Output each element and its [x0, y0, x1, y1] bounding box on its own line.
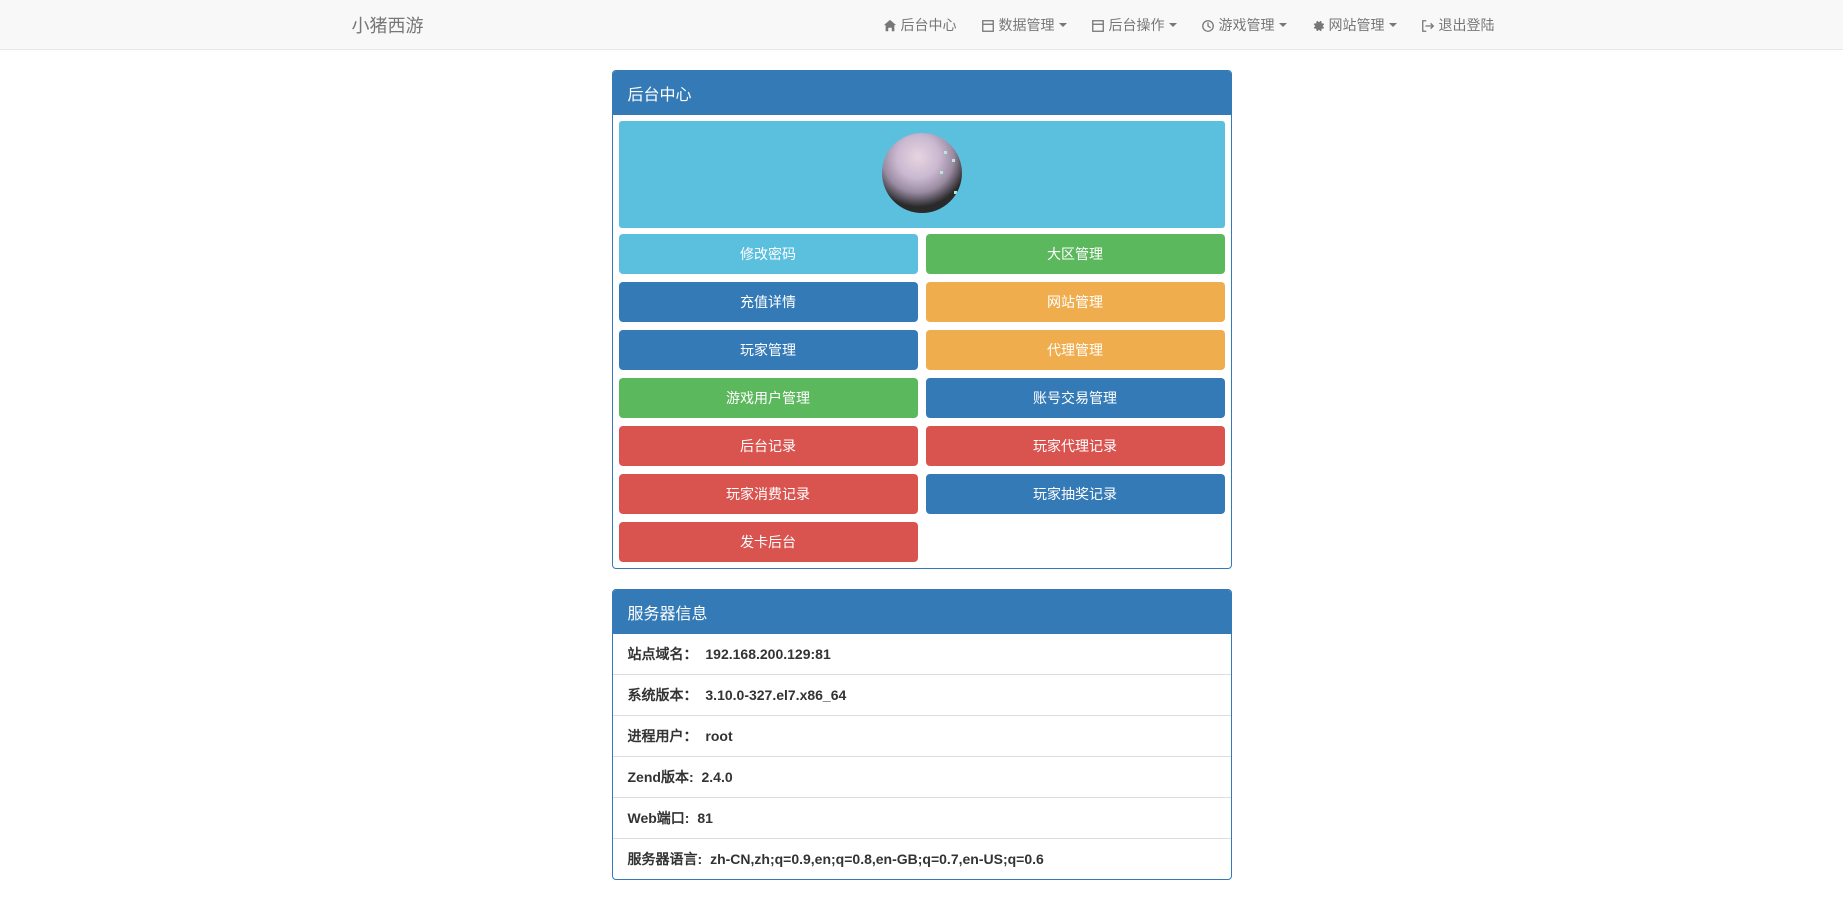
- server-icon: [981, 16, 995, 32]
- nav-ops-label: 后台操作: [1109, 15, 1165, 35]
- avatar-row: [619, 121, 1225, 228]
- caret-icon: [1169, 23, 1177, 27]
- server-domain-value: 192.168.200.129:81: [705, 646, 830, 662]
- site-manage-button[interactable]: 网站管理: [926, 282, 1225, 322]
- button-grid: 修改密码 大区管理 充值详情 网站管理 玩家管理 代理管理 游戏用户管理 账号交…: [619, 234, 1225, 562]
- nav-logout-label: 退出登陆: [1439, 15, 1495, 35]
- server-sys-row: 系统版本： 3.10.0-327.el7.x86_64: [613, 675, 1231, 716]
- player-lottery-log-button[interactable]: 玩家抽奖记录: [926, 474, 1225, 514]
- caret-icon: [1059, 23, 1067, 27]
- main-container: 后台中心 修改密码 大区管理 充值详情 网站管理 玩家管理 代理管理 游戏用户管…: [612, 70, 1232, 880]
- home-icon: [883, 16, 897, 32]
- brand[interactable]: 小猪西游: [337, 12, 439, 38]
- server-domain-label: 站点域名：: [628, 646, 698, 662]
- nav-ops[interactable]: 后台操作: [1079, 0, 1189, 50]
- zone-manage-button[interactable]: 大区管理: [926, 234, 1225, 274]
- clock-icon: [1201, 16, 1215, 32]
- card-backend-button[interactable]: 发卡后台: [619, 522, 918, 562]
- caret-icon: [1279, 23, 1287, 27]
- server-user-value: root: [705, 728, 732, 744]
- avatar: [882, 133, 962, 213]
- server-sys-label: 系统版本：: [628, 687, 698, 703]
- server-lang-label: 服务器语言:: [628, 851, 703, 867]
- nav-game-label: 游戏管理: [1219, 15, 1275, 35]
- server-zend-value: 2.4.0: [702, 769, 733, 785]
- server-lang-value: zh-CN,zh;q=0.9,en;q=0.8,en-GB;q=0.7,en-U…: [710, 851, 1044, 867]
- game-user-manage-button[interactable]: 游戏用户管理: [619, 378, 918, 418]
- nav-data[interactable]: 数据管理: [969, 0, 1079, 50]
- nav-home[interactable]: 后台中心: [871, 0, 969, 50]
- panel-server-info: 服务器信息 站点域名： 192.168.200.129:81 系统版本： 3.1…: [612, 589, 1232, 880]
- server-port-row: Web端口: 81: [613, 798, 1231, 839]
- logout-icon: [1421, 16, 1435, 32]
- player-agent-log-button[interactable]: 玩家代理记录: [926, 426, 1225, 466]
- nav-logout[interactable]: 退出登陆: [1409, 0, 1507, 50]
- panel-dashboard-title: 后台中心: [613, 71, 1231, 115]
- player-spend-log-button[interactable]: 玩家消费记录: [619, 474, 918, 514]
- navbar: 小猪西游 后台中心 数据管理 后台操作: [0, 0, 1843, 50]
- nav-data-label: 数据管理: [999, 15, 1055, 35]
- account-trade-manage-button[interactable]: 账号交易管理: [926, 378, 1225, 418]
- server-info-list: 站点域名： 192.168.200.129:81 系统版本： 3.10.0-32…: [613, 634, 1231, 879]
- agent-manage-button[interactable]: 代理管理: [926, 330, 1225, 370]
- nav-site[interactable]: 网站管理: [1299, 0, 1409, 50]
- window-icon: [1091, 16, 1105, 32]
- nav-home-label: 后台中心: [901, 15, 957, 35]
- recharge-detail-button[interactable]: 充值详情: [619, 282, 918, 322]
- server-lang-row: 服务器语言: zh-CN,zh;q=0.9,en;q=0.8,en-GB;q=0…: [613, 839, 1231, 879]
- backend-log-button[interactable]: 后台记录: [619, 426, 918, 466]
- player-manage-button[interactable]: 玩家管理: [619, 330, 918, 370]
- panel-server-title: 服务器信息: [613, 590, 1231, 634]
- server-user-row: 进程用户： root: [613, 716, 1231, 757]
- server-user-label: 进程用户：: [628, 728, 698, 744]
- nav-right: 后台中心 数据管理 后台操作 游戏管理: [871, 0, 1507, 50]
- caret-icon: [1389, 23, 1397, 27]
- server-port-value: 81: [697, 810, 713, 826]
- server-domain-row: 站点域名： 192.168.200.129:81: [613, 634, 1231, 675]
- server-zend-label: Zend版本:: [628, 769, 694, 785]
- nav-game[interactable]: 游戏管理: [1189, 0, 1299, 50]
- gear-icon: [1311, 16, 1325, 32]
- server-zend-row: Zend版本: 2.4.0: [613, 757, 1231, 798]
- panel-dashboard-body: 修改密码 大区管理 充值详情 网站管理 玩家管理 代理管理 游戏用户管理 账号交…: [613, 115, 1231, 568]
- server-sys-value: 3.10.0-327.el7.x86_64: [705, 687, 846, 703]
- panel-dashboard: 后台中心 修改密码 大区管理 充值详情 网站管理 玩家管理 代理管理 游戏用户管…: [612, 70, 1232, 569]
- change-password-button[interactable]: 修改密码: [619, 234, 918, 274]
- server-port-label: Web端口:: [628, 810, 690, 826]
- nav-site-label: 网站管理: [1329, 15, 1385, 35]
